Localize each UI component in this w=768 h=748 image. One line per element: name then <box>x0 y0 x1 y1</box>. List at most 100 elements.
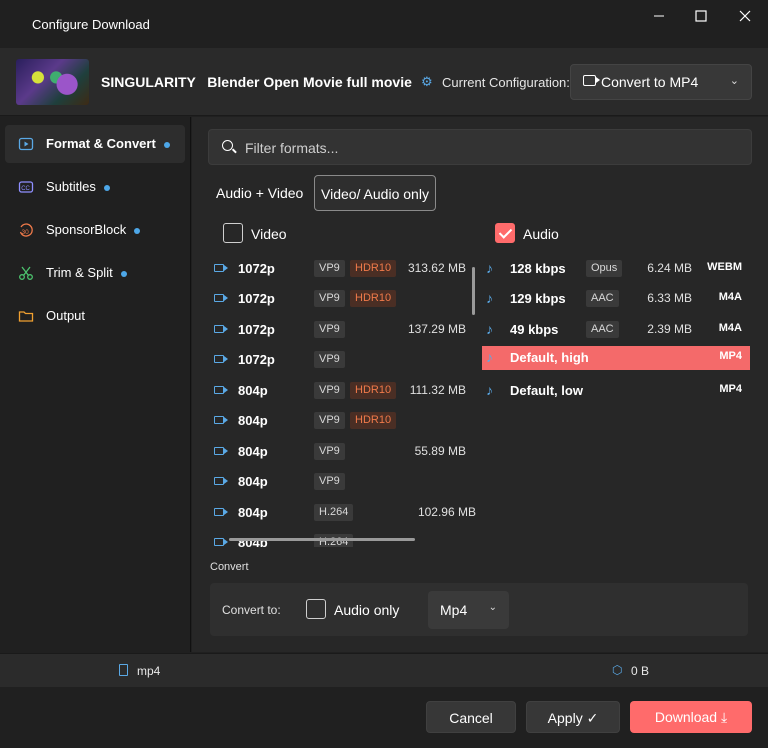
hdr-badge: HDR10 <box>350 260 397 277</box>
sidebar: Format & Convert CC Subtitles 30 Sponsor… <box>0 117 191 652</box>
gear-icon: ⚙ <box>421 74 433 89</box>
tab-video-audio-only[interactable]: Video/ Audio only <box>314 175 436 211</box>
audio-format-row[interactable]: ♪ Default, low MP4 <box>482 379 750 403</box>
file-icon <box>119 664 128 676</box>
dialog-footer: Cancel Apply ✓ Download ⤓ <box>0 688 768 748</box>
folder-icon <box>18 308 34 324</box>
output-file-type: mp4 <box>137 664 161 678</box>
audio-only-label: Audio only <box>334 602 400 618</box>
video-format-row[interactable]: 1072p VP9 137.29 MB <box>212 318 482 342</box>
output-size: 0 B <box>631 664 650 678</box>
indicator-dot <box>134 227 141 234</box>
codec-badge: VP9 <box>314 321 345 338</box>
close-icon[interactable] <box>722 6 768 26</box>
sidebar-item-label: Trim & Split <box>46 265 113 280</box>
file-size: 102.96 MB <box>417 505 476 519</box>
chevron-down-icon: ⌄ <box>488 602 497 613</box>
video-format-row[interactable]: 804p VP9 55.89 MB <box>212 440 482 464</box>
video-thumbnail <box>16 59 89 105</box>
video-title: SINGULARITY Blender Open Movie full movi… <box>101 74 412 90</box>
skip-30-icon: 30 <box>18 222 34 238</box>
hdr-badge: HDR10 <box>350 382 397 399</box>
video-format-row[interactable]: 804p VP9 <box>212 470 482 494</box>
codec-badge: Opus <box>586 260 623 277</box>
video-format-row[interactable]: 804p H.264 102.96 MB <box>212 501 482 525</box>
configuration-dropdown[interactable]: Convert to MP4 ⌄ <box>570 64 752 100</box>
music-note-icon: ♪ <box>486 321 493 337</box>
svg-text:30: 30 <box>22 229 30 236</box>
video-camera-icon <box>214 416 228 424</box>
indicator-dot <box>163 141 170 148</box>
video-header: SINGULARITY Blender Open Movie full movi… <box>0 48 768 116</box>
codec-badge: AAC <box>586 321 619 338</box>
sidebar-item-label: Output <box>46 308 86 323</box>
resolution: 804p <box>238 474 268 489</box>
convert-panel: Convert to: Audio only Mp4 ⌄ <box>210 583 748 636</box>
video-camera-icon <box>214 538 228 546</box>
sidebar-item-label: Format & Convert <box>46 136 156 151</box>
video-checkbox[interactable] <box>223 223 243 243</box>
video-camera-icon <box>214 477 228 485</box>
format-panel: Audio + Video Video/ Audio only Video Au… <box>192 117 768 652</box>
resolution: 1072p <box>238 291 275 306</box>
scissors-icon <box>18 265 34 281</box>
resolution: 1072p <box>238 352 275 367</box>
container-format: M4A <box>718 322 742 334</box>
download-button[interactable]: Download ⤓ <box>630 701 752 733</box>
video-list-vertical-scrollbar[interactable] <box>472 267 475 315</box>
minimize-icon[interactable] <box>636 6 682 26</box>
sidebar-item-trim-split[interactable]: Trim & Split <box>5 254 185 292</box>
sidebar-item-format-convert[interactable]: Format & Convert <box>5 125 185 163</box>
file-size: 6.24 MB <box>647 261 692 275</box>
bitrate: 128 kbps <box>510 261 566 276</box>
play-box-icon <box>18 136 34 152</box>
video-format-row[interactable]: 1072p VP9 HDR10 313.62 MB <box>212 257 482 281</box>
convert-section-label: Convert <box>210 561 249 573</box>
sidebar-item-subtitles[interactable]: CC Subtitles <box>5 168 185 206</box>
video-camera-icon <box>214 325 228 333</box>
sidebar-item-label: Subtitles <box>46 179 96 194</box>
audio-format-row-selected[interactable]: ♪ Default, high MP4 <box>482 346 750 370</box>
container-format: WEBM <box>707 261 742 273</box>
sidebar-item-output[interactable]: Output <box>5 297 185 335</box>
resolution: 1072p <box>238 261 275 276</box>
audio-format-row[interactable]: ♪ 128 kbps Opus 6.24 MB WEBM <box>482 257 750 281</box>
video-camera-icon <box>214 386 228 394</box>
indicator-dot <box>120 270 127 277</box>
file-size: 111.32 MB <box>409 383 466 397</box>
audio-checkbox[interactable] <box>495 223 515 243</box>
file-size: 6.33 MB <box>647 291 692 305</box>
audio-format-row[interactable]: ♪ 49 kbps AAC 2.39 MB M4A <box>482 318 750 342</box>
tab-audio-video[interactable]: Audio + Video <box>216 175 303 211</box>
bitrate: 129 kbps <box>510 291 566 306</box>
video-format-row[interactable]: 804p VP9 HDR10 <box>212 409 482 433</box>
video-format-row[interactable]: 1072p VP9 <box>212 348 482 372</box>
convert-format-dropdown[interactable]: Mp4 ⌄ <box>428 591 509 629</box>
configuration-value: Convert to MP4 <box>601 74 699 90</box>
file-size: 55.89 MB <box>414 444 466 458</box>
cube-icon: ⬡ <box>612 663 623 677</box>
video-format-row[interactable]: 804p VP9 HDR10 111.32 MB <box>212 379 482 403</box>
video-camera-icon <box>214 264 228 272</box>
resolution: 804p <box>238 505 268 520</box>
file-size: 2.39 MB <box>647 322 692 336</box>
title-bar: Configure Download <box>0 0 768 48</box>
filter-formats-input[interactable] <box>245 138 725 158</box>
file-size: 137.29 MB <box>407 322 466 336</box>
closed-caption-icon: CC <box>18 179 34 195</box>
audio-format-row[interactable]: ♪ 129 kbps AAC 6.33 MB M4A <box>482 287 750 311</box>
bitrate: Default, low <box>510 383 583 398</box>
video-list-horizontal-scrollbar[interactable] <box>229 538 415 541</box>
codec-badge: AAC <box>586 290 619 307</box>
video-format-row[interactable]: 1072p VP9 HDR10 <box>212 287 482 311</box>
resolution: 804p <box>238 444 268 459</box>
container-format: M4A <box>718 291 742 303</box>
sidebar-item-sponsorblock[interactable]: 30 SponsorBlock <box>5 211 185 249</box>
chevron-down-icon: ⌄ <box>729 75 739 87</box>
maximize-icon[interactable] <box>678 6 724 26</box>
cancel-button[interactable]: Cancel <box>426 701 516 733</box>
audio-only-checkbox[interactable] <box>306 599 326 619</box>
sidebar-item-label: SponsorBlock <box>46 222 127 237</box>
resolution: 1072p <box>238 322 275 337</box>
apply-button[interactable]: Apply ✓ <box>526 701 620 733</box>
